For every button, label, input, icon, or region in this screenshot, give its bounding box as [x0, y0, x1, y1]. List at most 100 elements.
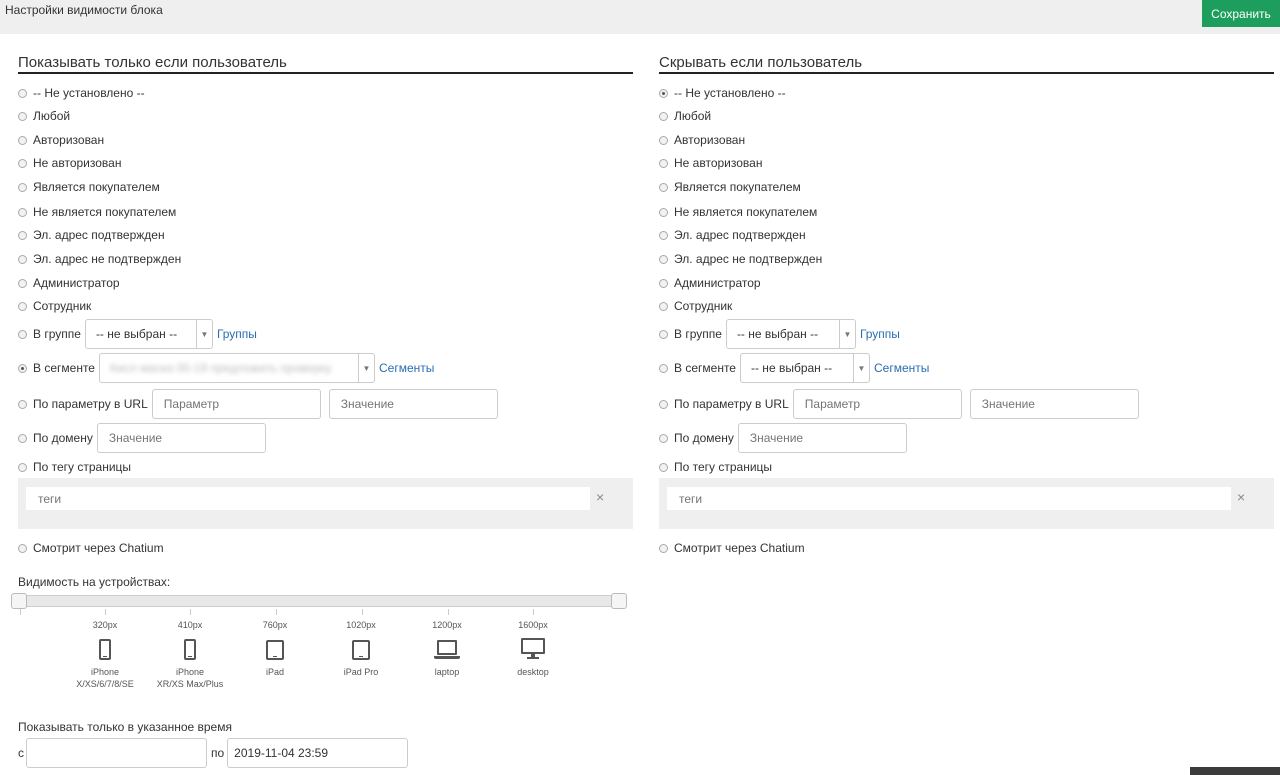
radio-icon[interactable]	[18, 363, 27, 373]
radio-icon[interactable]	[659, 301, 668, 311]
show-page-tag-row[interactable]: По тегу страницы	[18, 457, 131, 477]
group-select[interactable]: -- не выбран -- ▼	[84, 319, 213, 349]
hide-option-0[interactable]: -- Не установлено --	[659, 83, 786, 103]
radio-icon[interactable]	[659, 88, 668, 98]
segments-link[interactable]: Сегменты	[874, 361, 929, 375]
hide-chatium-row[interactable]: Смотрит через Chatium	[659, 538, 805, 558]
hide-segment-row[interactable]: В сегменте -- не выбран -- ▼ Сегменты	[659, 353, 929, 383]
group-select[interactable]: -- не выбран -- ▼	[725, 319, 856, 349]
radio-icon[interactable]	[659, 207, 668, 217]
radio-icon[interactable]	[18, 230, 27, 240]
show-domain-row[interactable]: По домену	[18, 423, 266, 453]
radio-icon[interactable]	[659, 399, 668, 409]
hide-option-9[interactable]: Сотрудник	[659, 296, 732, 316]
radio-icon[interactable]	[18, 399, 27, 409]
groups-link[interactable]: Группы	[217, 327, 257, 341]
show-option-2[interactable]: Авторизован	[18, 130, 104, 150]
radio-icon[interactable]	[18, 543, 27, 553]
radio-icon[interactable]	[18, 111, 27, 121]
group-label: В группе	[674, 327, 722, 341]
radio-icon[interactable]	[659, 433, 668, 443]
radio-icon[interactable]	[18, 88, 27, 98]
radio-icon[interactable]	[659, 254, 668, 264]
slider-track[interactable]	[18, 595, 626, 607]
hide-option-8[interactable]: Администратор	[659, 273, 761, 293]
slider-min-handle[interactable]	[11, 593, 27, 609]
chevron-down-icon[interactable]: ▼	[852, 354, 869, 382]
hide-option-2[interactable]: Авторизован	[659, 130, 745, 150]
hide-option-3[interactable]: Не авторизован	[659, 153, 762, 173]
segment-select[interactable]: Кисл маска 00-19 предложить проверку ▼	[98, 353, 375, 383]
show-option-8[interactable]: Администратор	[18, 273, 120, 293]
hide-domain-row[interactable]: По домену	[659, 423, 907, 453]
show-group-row[interactable]: В группе -- не выбран -- ▼ Группы	[18, 319, 257, 349]
radio-icon[interactable]	[18, 207, 27, 217]
show-option-6[interactable]: Эл. адрес подтвержден	[18, 225, 165, 245]
radio-icon[interactable]	[18, 182, 27, 192]
segments-link[interactable]: Сегменты	[379, 361, 434, 375]
radio-icon[interactable]	[659, 111, 668, 121]
option-label: Администратор	[33, 276, 120, 290]
radio-icon[interactable]	[18, 462, 27, 472]
radio-icon[interactable]	[659, 182, 668, 192]
show-segment-row[interactable]: В сегменте Кисл маска 00-19 предложить п…	[18, 353, 434, 383]
radio-icon[interactable]	[659, 462, 668, 472]
phone-icon	[99, 639, 111, 660]
save-button[interactable]: Сохранить	[1202, 0, 1280, 27]
show-option-0[interactable]: -- Не установлено --	[18, 83, 145, 103]
radio-icon[interactable]	[18, 433, 27, 443]
radio-icon[interactable]	[659, 278, 668, 288]
tags-input[interactable]	[26, 487, 590, 510]
hide-option-4[interactable]: Является покупателем	[659, 177, 801, 197]
radio-icon[interactable]	[659, 543, 668, 553]
show-option-7[interactable]: Эл. адрес не подтвержден	[18, 249, 181, 269]
radio-icon[interactable]	[659, 363, 668, 373]
domain-input[interactable]	[737, 423, 907, 453]
hide-option-1[interactable]: Любой	[659, 106, 711, 126]
groups-link[interactable]: Группы	[860, 327, 900, 341]
radio-icon[interactable]	[18, 301, 27, 311]
radio-icon[interactable]	[659, 230, 668, 240]
show-url-param-row[interactable]: По параметру в URL	[18, 389, 498, 419]
tags-input[interactable]	[667, 487, 1231, 510]
show-option-4[interactable]: Является покупателем	[18, 177, 160, 197]
close-icon[interactable]: ×	[1237, 489, 1245, 505]
domain-input[interactable]	[96, 423, 266, 453]
show-option-9[interactable]: Сотрудник	[18, 296, 91, 316]
radio-icon[interactable]	[659, 135, 668, 145]
show-option-5[interactable]: Не является покупателем	[18, 202, 176, 222]
show-chatium-row[interactable]: Смотрит через Chatium	[18, 538, 164, 558]
option-label: Не авторизован	[33, 156, 122, 170]
desktop-icon	[521, 638, 545, 660]
group-select-value: -- не выбран --	[736, 327, 819, 341]
radio-icon[interactable]	[659, 329, 668, 339]
radio-icon[interactable]	[18, 278, 27, 288]
hide-option-5[interactable]: Не является покупателем	[659, 202, 817, 222]
show-option-3[interactable]: Не авторизован	[18, 153, 121, 173]
chevron-down-icon[interactable]: ▼	[357, 354, 374, 382]
radio-icon[interactable]	[18, 329, 27, 339]
close-icon[interactable]: ×	[596, 489, 604, 505]
tags-box: ×	[659, 478, 1274, 529]
hide-option-6[interactable]: Эл. адрес подтвержден	[659, 225, 806, 245]
hide-url-param-row[interactable]: По параметру в URL	[659, 389, 1139, 419]
url-value-input[interactable]	[969, 389, 1139, 419]
radio-icon[interactable]	[18, 158, 27, 168]
show-option-1[interactable]: Любой	[18, 106, 70, 126]
time-from-input[interactable]	[26, 738, 207, 768]
hide-group-row[interactable]: В группе -- не выбран -- ▼ Группы	[659, 319, 900, 349]
url-param-input[interactable]	[151, 389, 321, 419]
slider-max-handle[interactable]	[611, 593, 627, 609]
hide-page-tag-row[interactable]: По тегу страницы	[659, 457, 772, 477]
radio-icon[interactable]	[18, 254, 27, 264]
device-name: iPhone	[90, 667, 120, 677]
chevron-down-icon[interactable]: ▼	[838, 320, 855, 348]
segment-select[interactable]: -- не выбран -- ▼	[739, 353, 870, 383]
time-to-input[interactable]	[227, 738, 409, 768]
url-value-input[interactable]	[328, 389, 498, 419]
url-param-input[interactable]	[792, 389, 962, 419]
radio-icon[interactable]	[18, 135, 27, 145]
radio-icon[interactable]	[659, 158, 668, 168]
hide-option-7[interactable]: Эл. адрес не подтвержден	[659, 249, 822, 269]
chevron-down-icon[interactable]: ▼	[195, 320, 212, 348]
